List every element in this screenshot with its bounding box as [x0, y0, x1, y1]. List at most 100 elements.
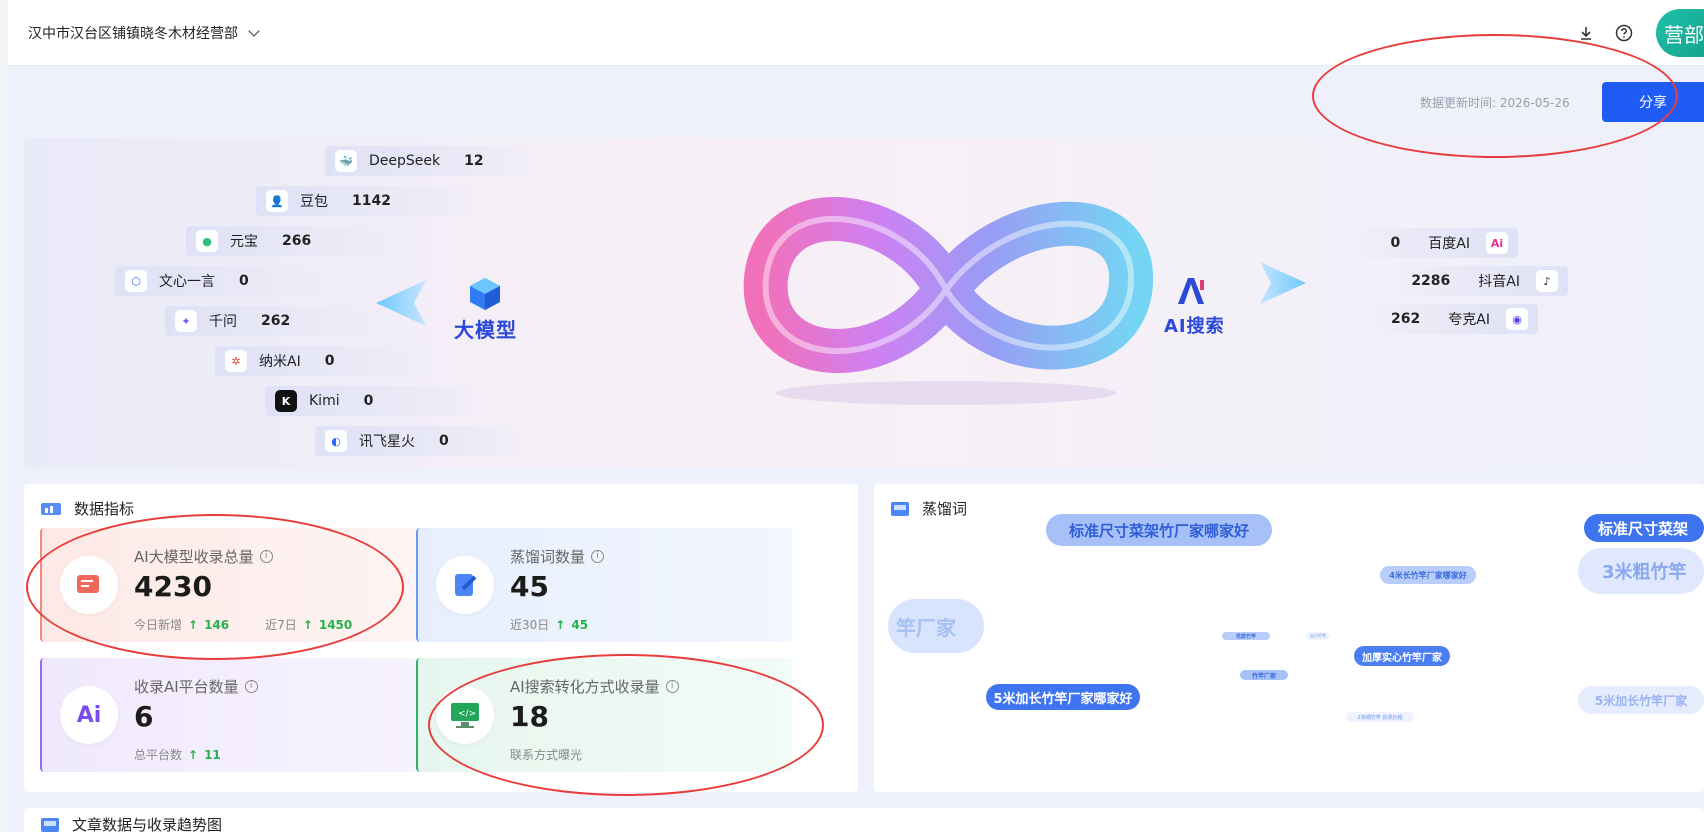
top-icons: 营部 [1574, 0, 1704, 66]
model-chip-yuanbao[interactable]: ● 元宝 266 [186, 226, 406, 256]
share-button[interactable]: 分享 [1602, 82, 1704, 122]
card-ai-model-total[interactable]: AI大模型收录总量 i 4230 今日新增 ↑ 146 近7日 ↑ 1450 [40, 528, 416, 642]
card-title-text: AI搜索转化方式收录量 [510, 678, 660, 696]
deepseek-icon: 🐳 [335, 150, 357, 172]
chart-icon [41, 502, 61, 515]
model-name: 元宝 [230, 234, 258, 250]
model-chip-xunfei[interactable]: ◐ 讯飞星火 0 [315, 426, 535, 456]
model-chip-deepseek[interactable]: 🐳 DeepSeek 12 [325, 146, 545, 176]
arrow-up-icon: ↑ [555, 617, 566, 632]
distill-header: 蒸馏词 [890, 498, 967, 519]
model-name: DeepSeek [369, 153, 441, 169]
card-title: AI搜索转化方式收录量 i [510, 676, 679, 697]
model-chip-kimi[interactable]: K Kimi 0 [265, 386, 485, 416]
doubao-icon: 👤 [266, 190, 288, 212]
search-chip-douyin[interactable]: 2286 抖音AI ♪ [1388, 266, 1568, 296]
card-value: 18 [510, 700, 549, 733]
search-value: 262 [1391, 311, 1421, 327]
model-chip-qianwen[interactable]: ✦ 千问 262 [165, 306, 385, 336]
nami-icon: ✲ [225, 350, 247, 372]
sub-value: 146 [204, 617, 230, 632]
search-name: 抖音AI [1478, 274, 1520, 290]
sub-value: 11 [204, 747, 221, 762]
model-value: 0 [324, 353, 335, 369]
model-value: 262 [261, 313, 291, 329]
model-name: 千问 [209, 314, 237, 330]
metrics-title: 数据指标 [74, 500, 135, 518]
model-value: 0 [239, 273, 249, 289]
model-value: 1142 [352, 193, 391, 209]
arrow-left-icon [376, 280, 426, 326]
card-sub: 联系方式曝光 [510, 746, 582, 763]
model-chip-doubao[interactable]: 👤 豆包 1142 [256, 186, 476, 216]
baidu-ai-icon: Ai [1486, 232, 1508, 254]
model-name: 文心一言 [159, 274, 215, 290]
model-name: 纳米AI [259, 354, 301, 370]
quark-icon: ◉ [1506, 308, 1528, 330]
inbox-icon [891, 501, 909, 516]
distill-words-panel: 蒸馏词 标准尺寸菜架竹厂家哪家好 标准尺寸菜架 3米粗竹竿 4米长竹竿厂家哪家好… [874, 484, 1704, 792]
trend-title: 文章数据与收录趋势图 [72, 816, 223, 832]
avatar[interactable]: 营部 [1656, 9, 1704, 57]
big-model-label: 大模型 [454, 318, 517, 342]
download-icon [1581, 27, 1591, 40]
search-chip-baidu[interactable]: 0 百度AI Ai [1348, 228, 1518, 258]
word-tag[interactable]: 加厚实心竹竿厂家 [1354, 646, 1450, 666]
inbox-icon [41, 817, 59, 832]
word-tag[interactable]: 出口竹竿 [1306, 632, 1330, 640]
ai-search-label: AI搜索 [1164, 316, 1225, 337]
card-title-text: 收录AI平台数量 [134, 678, 239, 696]
card-platform-count[interactable]: Ai 收录AI平台数量 i 6 总平台数 ↑ 11 [40, 658, 416, 772]
sub-label: 近7日 [265, 618, 297, 632]
svg-text:</>: </> [458, 709, 476, 719]
word-tag[interactable]: 竿厂家 [888, 599, 984, 653]
trend-panel: 文章数据与收录趋势图 [24, 808, 1704, 832]
word-tag[interactable]: 5米加长竹竿厂家 [1578, 686, 1704, 714]
cube-icon [470, 278, 500, 310]
word-tag[interactable]: 标准尺寸菜架 [1584, 514, 1704, 542]
word-tag[interactable]: 竹竿厂家 [1240, 670, 1288, 680]
word-tag[interactable]: 4米长竹竿厂家哪家好 [1380, 566, 1476, 584]
arrow-up-icon: ↑ [188, 747, 199, 762]
org-selector[interactable]: 汉中市汉台区铺镇晓冬木材经营部 [28, 23, 260, 43]
search-name: 夸克AI [1448, 312, 1490, 328]
word-tag[interactable]: 2米细竹竿 批发价格 [1346, 712, 1414, 722]
qianwen-icon: ✦ [175, 310, 197, 332]
card-sub: 近30日 ↑ 45 [510, 616, 588, 633]
word-tag[interactable]: 3米粗竹竿 [1578, 548, 1704, 594]
distill-title: 蒸馏词 [922, 500, 968, 518]
monitor-code-icon: </> [436, 686, 494, 744]
edit-document-icon [436, 556, 494, 614]
search-chip-quark[interactable]: 262 夸克AI ◉ [1368, 304, 1538, 334]
chevron-down-icon [248, 24, 260, 37]
info-icon[interactable]: i [591, 550, 605, 563]
model-chip-nami[interactable]: ✲ 纳米AI 0 [215, 346, 435, 376]
card-title: 收录AI平台数量 i [134, 676, 258, 697]
model-value: 266 [282, 233, 312, 249]
help-icon [1615, 24, 1633, 42]
card-title-text: AI大模型收录总量 [134, 548, 254, 566]
arrow-up-icon: ↑ [302, 617, 313, 632]
model-value: 0 [439, 433, 449, 449]
info-icon[interactable]: i [259, 550, 273, 563]
info-icon[interactable]: i [665, 680, 679, 693]
word-tag[interactable]: 标准尺寸菜架竹厂家哪家好 [1046, 514, 1272, 546]
card-search-conversion[interactable]: </> AI搜索转化方式收录量 i 18 联系方式曝光 [416, 658, 792, 772]
arrow-up-icon: ↑ [188, 617, 199, 632]
model-name: 讯飞星火 [359, 434, 415, 450]
word-tag[interactable]: 优质竹竿 [1222, 632, 1270, 640]
sub-label: 今日新增 [134, 618, 183, 632]
info-icon[interactable]: i [244, 680, 258, 693]
download-button[interactable] [1574, 21, 1598, 45]
help-button[interactable] [1612, 21, 1636, 45]
word-tag[interactable]: 5米加长竹竿厂家哪家好 [986, 684, 1140, 710]
metrics-header: 数据指标 [40, 498, 134, 519]
sub-value: 45 [571, 617, 589, 632]
card-distill-count[interactable]: 蒸馏词数量 i 45 近30日 ↑ 45 [416, 528, 792, 642]
search-value: 2286 [1411, 273, 1451, 289]
trend-header: 文章数据与收录趋势图 [40, 814, 222, 832]
model-name: Kimi [309, 393, 340, 409]
card-title: AI大模型收录总量 i [134, 546, 273, 567]
top-bar: 汉中市汉台区铺镇晓冬木材经营部 营部 [8, 0, 1704, 66]
model-chip-wenxin[interactable]: ⬡ 文心一言 0 [115, 266, 335, 296]
